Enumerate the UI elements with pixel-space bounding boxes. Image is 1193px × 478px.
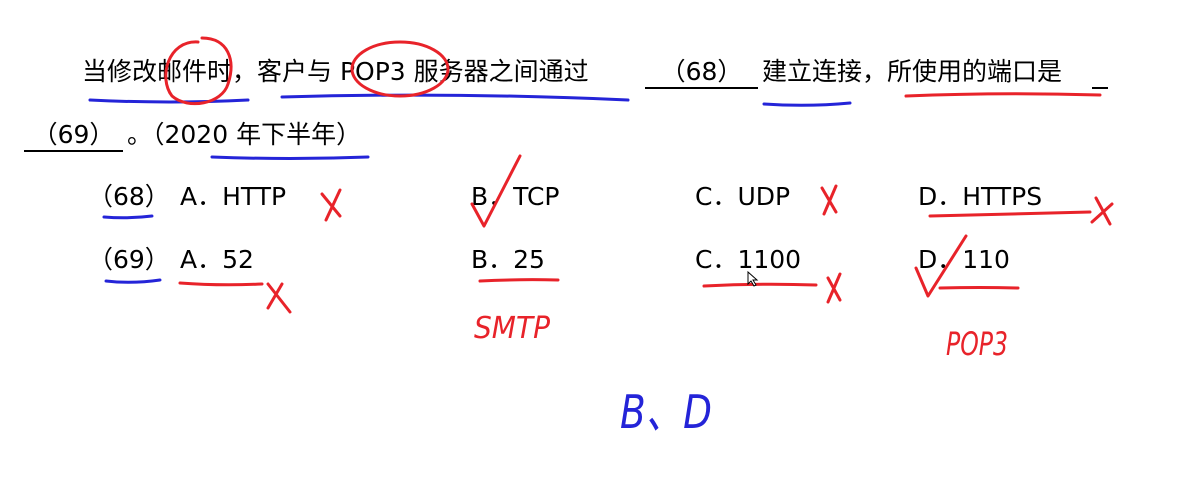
blue-underline-pop3-server [280, 93, 630, 102]
blue-underline-year [210, 155, 370, 160]
blue-underline-q69 [104, 278, 162, 284]
note-pop3: POP3 [946, 325, 1008, 363]
question-line2-suffix: 。（2020 年下半年） [127, 120, 362, 149]
q68-option-b: B．TCP [471, 182, 560, 211]
q68-option-c: C．UDP [695, 182, 791, 211]
red-underline-https [928, 210, 1092, 218]
red-cross-1100 [826, 272, 842, 304]
note-answer: B、D [620, 385, 712, 439]
red-underline-52 [178, 281, 264, 287]
blue-underline-jianli [762, 101, 852, 107]
answer-blank-69-lead [1092, 57, 1108, 89]
q69-option-a: A．52 [180, 245, 254, 274]
red-cross-52 [266, 282, 292, 314]
q69-option-c: C．1100 [695, 245, 802, 274]
blue-underline-youjian [88, 98, 250, 104]
q69-option-d: D．110 [918, 245, 1010, 274]
question-line1-middle: 建立连接，所使用的端口是 [762, 57, 1063, 86]
q68-option-a: A．HTTP [180, 182, 287, 211]
red-cross-https [1090, 196, 1114, 226]
q68-number: （68） [88, 182, 170, 211]
note-smtp: SMTP [474, 311, 551, 346]
q69-option-b: B．25 [471, 245, 545, 274]
red-cross-udp [820, 184, 838, 216]
red-underline-110 [938, 286, 1020, 290]
red-underline-25 [478, 278, 560, 283]
blue-underline-q68 [102, 214, 154, 220]
answer-blank-68: （68） [645, 57, 758, 89]
red-underline-duankou [904, 92, 1102, 98]
q69-number: （69） [88, 245, 170, 274]
question-line1-prefix: 当修改邮件时，客户与 POP3 服务器之间通过 [82, 57, 589, 86]
red-cross-http [320, 188, 342, 222]
red-underline-1100 [702, 282, 818, 288]
q68-option-d: D．HTTPS [918, 182, 1043, 211]
answer-blank-69: （69） [24, 120, 123, 152]
